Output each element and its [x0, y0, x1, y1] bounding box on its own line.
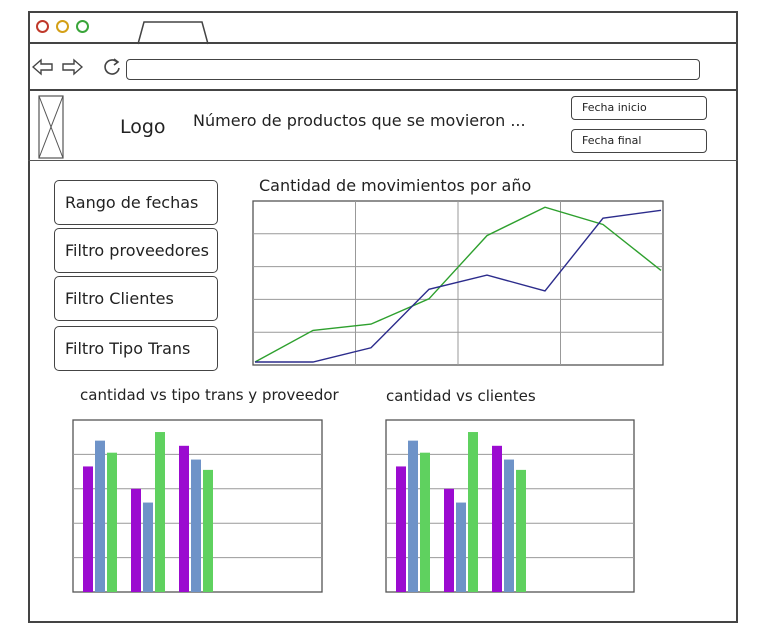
url-input[interactable] [126, 59, 700, 80]
back-arrow-icon[interactable] [32, 58, 54, 76]
bar-chart-2-bar [456, 502, 466, 592]
bar-chart-2-bar [408, 440, 418, 592]
bar-chart-2-bar [492, 445, 502, 592]
page-title: Número de productos que se movieron ... [193, 111, 526, 130]
reload-icon[interactable] [102, 57, 122, 77]
logo-text: Logo [120, 116, 166, 138]
bar-chart-1-bar [155, 432, 165, 592]
close-window-icon[interactable] [36, 20, 49, 33]
line-chart-title: Cantidad de movimientos por año [259, 176, 532, 195]
bar-chart-1-bar [83, 466, 93, 592]
bar-chart-2-bar [516, 469, 526, 592]
bar-chart-2-bar [444, 488, 454, 592]
title-bar [28, 11, 738, 45]
client-filter-button[interactable]: Filtro Clientes [54, 276, 218, 321]
minimize-window-icon[interactable] [56, 20, 69, 33]
bar-chart-type-supplier [72, 419, 323, 593]
bar-chart-1-bar [143, 502, 153, 592]
bar-chart-2-bar [504, 459, 514, 592]
bar-chart-2-bar [396, 466, 406, 592]
line-chart [252, 200, 664, 366]
browser-tab[interactable] [136, 19, 210, 45]
bar-chart-1-bar [203, 469, 213, 592]
maximize-window-icon[interactable] [76, 20, 89, 33]
logo-image-placeholder [38, 95, 64, 159]
bar-chart-1-title: cantidad vs tipo trans y proveedor [80, 386, 339, 404]
bar-chart-1-bar [179, 445, 189, 592]
supplier-filter-button[interactable]: Filtro proveedores [54, 228, 218, 273]
trans-type-filter-button[interactable]: Filtro Tipo Trans [54, 326, 218, 371]
bar-chart-2-bar [420, 452, 430, 592]
bar-chart-1-bar [107, 452, 117, 592]
date-end-field[interactable]: Fecha final [571, 129, 707, 153]
bar-chart-1-bar [95, 440, 105, 592]
bar-chart-2-bar [468, 432, 478, 592]
bar-chart-1-bar [191, 459, 201, 592]
bar-chart-1-bar [131, 488, 141, 592]
bar-chart-2-title: cantidad vs clientes [386, 387, 536, 405]
date-start-field[interactable]: Fecha inicio [571, 96, 707, 120]
date-range-button[interactable]: Rango de fechas [54, 180, 218, 225]
forward-arrow-icon[interactable] [61, 58, 83, 76]
bar-chart-clients [385, 419, 635, 593]
